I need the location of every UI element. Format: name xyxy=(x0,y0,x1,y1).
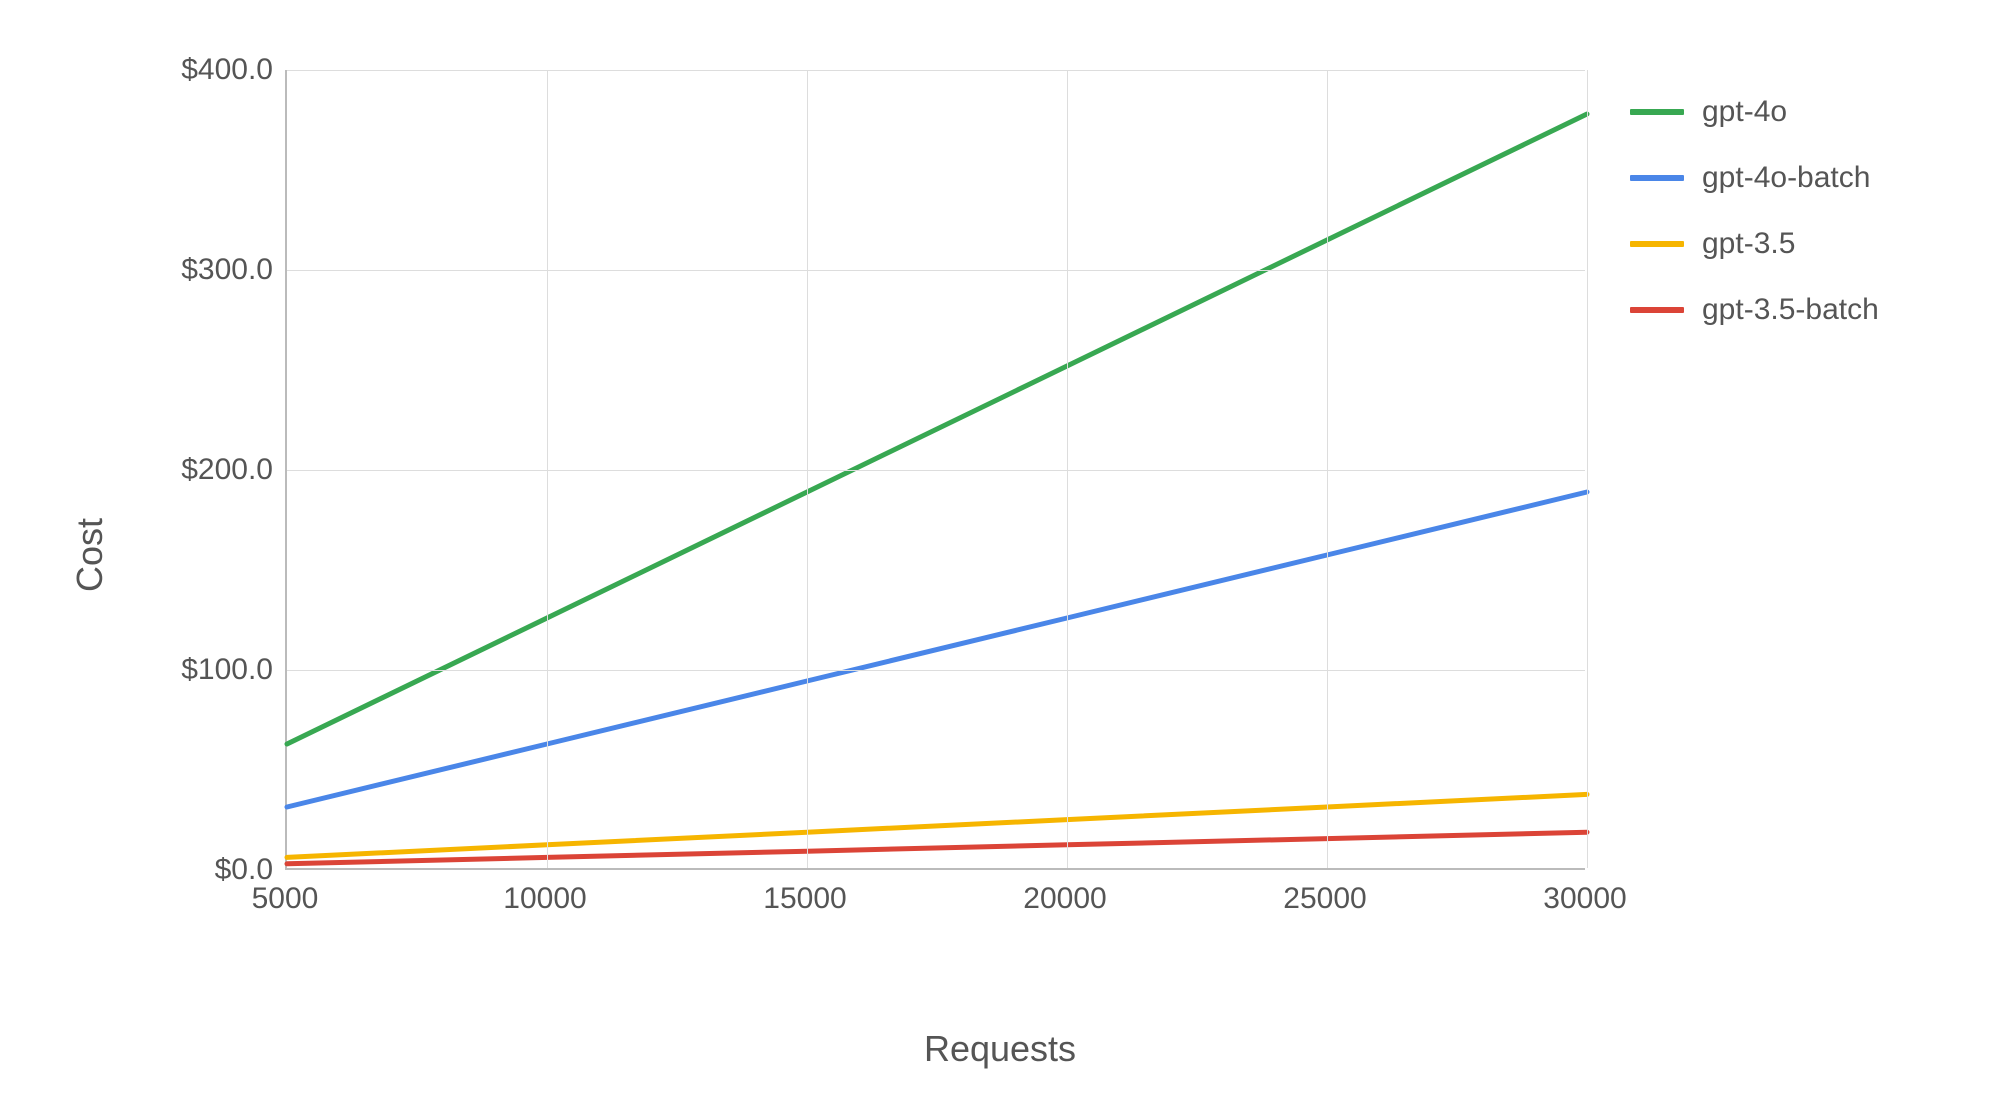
y-tick-label: $200.0 xyxy=(181,453,273,487)
legend-swatch xyxy=(1630,307,1684,313)
gridline-v xyxy=(1327,70,1328,868)
legend-label: gpt-3.5-batch xyxy=(1702,293,1879,327)
chart-container: Cost $0.0$100.0$200.0$300.0$400.05000100… xyxy=(70,40,1930,1070)
x-tick-label: 15000 xyxy=(763,882,846,916)
legend: gpt-4o gpt-4o-batch gpt-3.5 gpt-3.5-batch xyxy=(1630,95,1879,359)
gridline-h xyxy=(287,470,1585,471)
plot-area xyxy=(285,70,1585,870)
legend-item-gpt-3.5: gpt-3.5 xyxy=(1630,227,1879,261)
legend-item-gpt-3.5-batch: gpt-3.5-batch xyxy=(1630,293,1879,327)
plot-wrap: $0.0$100.0$200.0$300.0$400.0500010000150… xyxy=(285,70,1585,940)
gridline-v xyxy=(1067,70,1068,868)
y-tick-label: $100.0 xyxy=(181,653,273,687)
x-tick-label: 5000 xyxy=(252,882,319,916)
legend-item-gpt-4o: gpt-4o xyxy=(1630,95,1879,129)
gridline-v xyxy=(807,70,808,868)
legend-label: gpt-4o-batch xyxy=(1702,161,1870,195)
x-tick-label: 10000 xyxy=(503,882,586,916)
x-tick-label: 30000 xyxy=(1543,882,1626,916)
gridline-v xyxy=(547,70,548,868)
y-tick-label: $400.0 xyxy=(181,53,273,87)
gridline-h xyxy=(287,670,1585,671)
legend-swatch xyxy=(1630,109,1684,115)
x-axis-label: Requests xyxy=(924,1028,1076,1070)
legend-label: gpt-3.5 xyxy=(1702,227,1795,261)
legend-swatch xyxy=(1630,241,1684,247)
x-tick-label: 25000 xyxy=(1283,882,1366,916)
legend-label: gpt-4o xyxy=(1702,95,1787,129)
y-tick-label: $300.0 xyxy=(181,253,273,287)
legend-swatch xyxy=(1630,175,1684,181)
legend-item-gpt-4o-batch: gpt-4o-batch xyxy=(1630,161,1879,195)
y-axis-label: Cost xyxy=(69,518,111,592)
gridline-h xyxy=(287,270,1585,271)
gridline-h xyxy=(287,70,1585,71)
x-tick-label: 20000 xyxy=(1023,882,1106,916)
gridline-v xyxy=(1587,70,1588,868)
